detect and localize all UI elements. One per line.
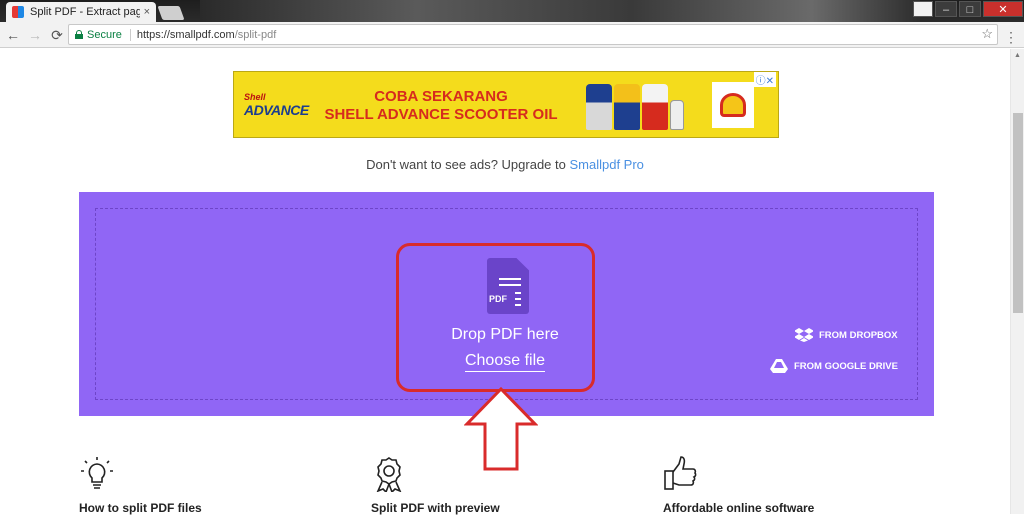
scroll-up-icon[interactable]: ▲	[1014, 52, 1021, 59]
tab-title: Split PDF - Extract pages	[30, 6, 140, 18]
page-scrollbar[interactable]: ▲	[1010, 49, 1024, 514]
bookmark-star-icon[interactable]: ☆	[981, 26, 993, 42]
lightbulb-icon	[81, 457, 113, 489]
google-drive-icon	[770, 359, 788, 373]
smallpdf-pro-link[interactable]: Smallpdf Pro	[569, 157, 643, 172]
from-google-drive-button[interactable]: FROM GOOGLE DRIVE	[770, 359, 898, 373]
ad-headline-line-1: COBA SEKARANG	[374, 88, 508, 105]
forward-button[interactable]: →	[24, 24, 46, 46]
scrollbar-thumb[interactable]	[1013, 113, 1023, 313]
ad-headline: COBA SEKARANG SHELL ADVANCE SCOOTER OIL	[306, 88, 576, 124]
feature-title: Affordable online software	[663, 501, 815, 515]
ribbon-badge-icon	[376, 457, 402, 494]
upgrade-prompt: Don't want to see ads? Upgrade to Smallp…	[0, 157, 1010, 172]
browser-toolbar: ← → ⟳ Secure https://smallpdf.com/split-…	[0, 22, 1024, 48]
address-bar[interactable]: Secure https://smallpdf.com/split-pdf ☆	[68, 24, 998, 45]
from-dropbox-button[interactable]: FROM DROPBOX	[795, 328, 898, 342]
browser-menu-icon[interactable]: ⋮	[1004, 26, 1018, 48]
shell-logo	[712, 82, 754, 128]
close-window-button[interactable]: ✕	[983, 1, 1023, 17]
shell-logo-icon	[720, 93, 746, 117]
profile-icon[interactable]	[913, 1, 933, 17]
back-button[interactable]: ←	[2, 24, 24, 46]
ad-choices-icon[interactable]: ⓘ✕	[753, 72, 776, 87]
feature-split-preview: Split PDF with preview	[371, 456, 591, 515]
oil-bottle-image	[642, 84, 668, 130]
new-tab-button[interactable]	[157, 6, 185, 20]
ad-brand: Shell ADVANCE	[244, 92, 314, 118]
feature-title: Split PDF with preview	[371, 501, 500, 515]
ad-headline-line-2: SHELL ADVANCE SCOOTER OIL	[324, 106, 558, 123]
ad-brand-bottom: ADVANCE	[244, 102, 309, 118]
smallpdf-favicon-icon	[12, 6, 24, 18]
reload-button[interactable]: ⟳	[46, 24, 68, 46]
oil-bottle-image	[586, 84, 612, 130]
oil-bottle-image	[614, 84, 640, 130]
minimize-button[interactable]: –	[935, 1, 957, 17]
tab-close-icon[interactable]: ×	[144, 6, 150, 18]
from-dropbox-label: FROM DROPBOX	[819, 329, 898, 341]
url-path: /split-pdf	[234, 28, 277, 41]
lock-icon	[75, 30, 83, 39]
dropbox-icon	[795, 328, 813, 342]
thumbs-up-icon	[664, 456, 697, 490]
maximize-button[interactable]: □	[959, 1, 981, 17]
ad-brand-top: Shell	[244, 92, 266, 102]
browser-tab[interactable]: Split PDF - Extract pages ×	[6, 2, 156, 22]
wallpaper-background	[200, 0, 920, 22]
feature-affordable: Affordable online software	[663, 456, 883, 515]
upgrade-text: Don't want to see ads? Upgrade to	[366, 157, 570, 172]
window-titlebar: Split PDF - Extract pages × – □ ✕	[0, 0, 1024, 22]
url-host: https://smallpdf.com	[136, 28, 235, 41]
feature-how-to-split: How to split PDF files	[79, 456, 299, 515]
feature-title: How to split PDF files	[79, 501, 202, 515]
url-text[interactable]: https://smallpdf.com/split-pdf	[137, 29, 276, 41]
window-controls: – □ ✕	[912, 0, 1024, 20]
security-label[interactable]: Secure	[87, 28, 131, 41]
annotation-highlight-box	[396, 243, 595, 392]
from-google-drive-label: FROM GOOGLE DRIVE	[794, 360, 898, 372]
oil-bottle-image	[670, 100, 684, 130]
ad-banner[interactable]: Shell ADVANCE COBA SEKARANG SHELL ADVANC…	[233, 71, 779, 138]
